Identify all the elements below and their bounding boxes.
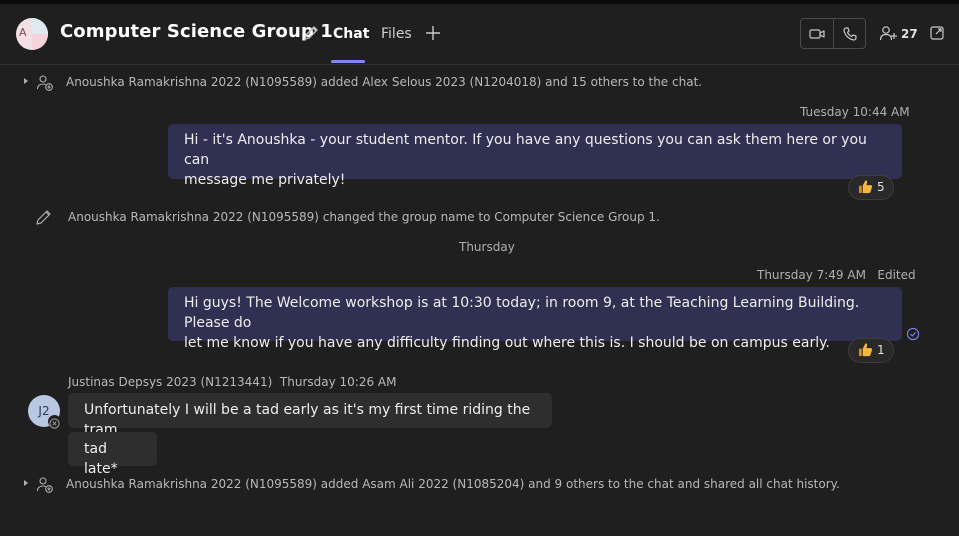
thumbs-up-icon bbox=[858, 180, 873, 194]
avatar-quadrant bbox=[32, 34, 48, 50]
message-text: Hi guys! The Welcome workshop is at 10:3… bbox=[184, 295, 860, 331]
add-people-icon bbox=[36, 75, 53, 91]
chat-header: A Computer Science Group 1 Chat Files 27 bbox=[0, 4, 959, 65]
offline-status-icon bbox=[49, 418, 60, 429]
reaction-pill[interactable]: 5 bbox=[848, 175, 894, 200]
message-timestamp: Thursday 7:49 AM Edited bbox=[757, 268, 916, 282]
message-text: let me know if you have any difficulty f… bbox=[184, 335, 830, 351]
message-time: Thursday 7:49 AM bbox=[757, 268, 866, 282]
presence-badge bbox=[48, 415, 61, 429]
message-timestamp: Tuesday 10:44 AM bbox=[800, 105, 910, 119]
active-tab-indicator bbox=[331, 60, 365, 63]
outgoing-message[interactable]: Hi - it's Anoushka - your student mentor… bbox=[168, 124, 902, 188]
day-separator: Thursday bbox=[459, 240, 515, 254]
message-text: Hi - it's Anoushka - your student mentor… bbox=[184, 132, 867, 168]
outgoing-message[interactable]: Hi guys! The Welcome workshop is at 10:3… bbox=[168, 287, 902, 351]
video-call-icon[interactable] bbox=[808, 25, 826, 43]
edited-label: Edited bbox=[877, 268, 916, 282]
thumbs-up-icon bbox=[858, 343, 873, 357]
add-people-icon bbox=[36, 477, 53, 493]
participants-count[interactable]: 27 bbox=[901, 27, 918, 41]
read-receipt-icon bbox=[906, 327, 920, 341]
system-message: Anoushka Ramakrishna 2022 (N1095589) add… bbox=[66, 75, 703, 89]
expand-caret-icon[interactable] bbox=[23, 479, 29, 487]
reaction-count: 5 bbox=[877, 180, 885, 194]
avatar-quadrant bbox=[32, 18, 48, 34]
chat-title: Computer Science Group 1 bbox=[60, 21, 333, 42]
system-message: Anoushka Ramakrishna 2022 (N1095589) add… bbox=[66, 477, 840, 491]
sender-name[interactable]: Justinas Depsys 2023 (N1213441) bbox=[68, 375, 272, 389]
tab-files[interactable]: Files bbox=[381, 26, 412, 42]
tab-chat[interactable]: Chat bbox=[333, 26, 369, 42]
reaction-count: 1 bbox=[877, 343, 885, 357]
incoming-message[interactable]: tad late* bbox=[68, 432, 157, 477]
message-text: tad late* bbox=[84, 441, 118, 477]
phone-call-icon[interactable] bbox=[841, 25, 859, 43]
avatar-initial: A bbox=[19, 26, 27, 39]
message-text: message me privately! bbox=[184, 172, 346, 188]
divider bbox=[833, 19, 834, 48]
add-tab-icon[interactable] bbox=[424, 24, 442, 42]
pencil-icon bbox=[36, 210, 51, 225]
message-time: Thursday 10:26 AM bbox=[279, 375, 397, 389]
reaction-pill[interactable]: 1 bbox=[848, 338, 894, 363]
system-message: Anoushka Ramakrishna 2022 (N1095589) cha… bbox=[68, 210, 660, 224]
incoming-message[interactable]: Unfortunately I will be a tad early as i… bbox=[68, 393, 552, 438]
message-sender-header: Justinas Depsys 2023 (N1213441) Thursday… bbox=[68, 375, 396, 389]
participants-icon[interactable] bbox=[879, 24, 899, 42]
pop-out-icon[interactable] bbox=[929, 25, 945, 41]
group-avatar[interactable]: A bbox=[16, 18, 48, 50]
call-button-group bbox=[800, 18, 866, 49]
expand-caret-icon[interactable] bbox=[23, 77, 29, 85]
pencil-icon[interactable] bbox=[302, 24, 320, 42]
